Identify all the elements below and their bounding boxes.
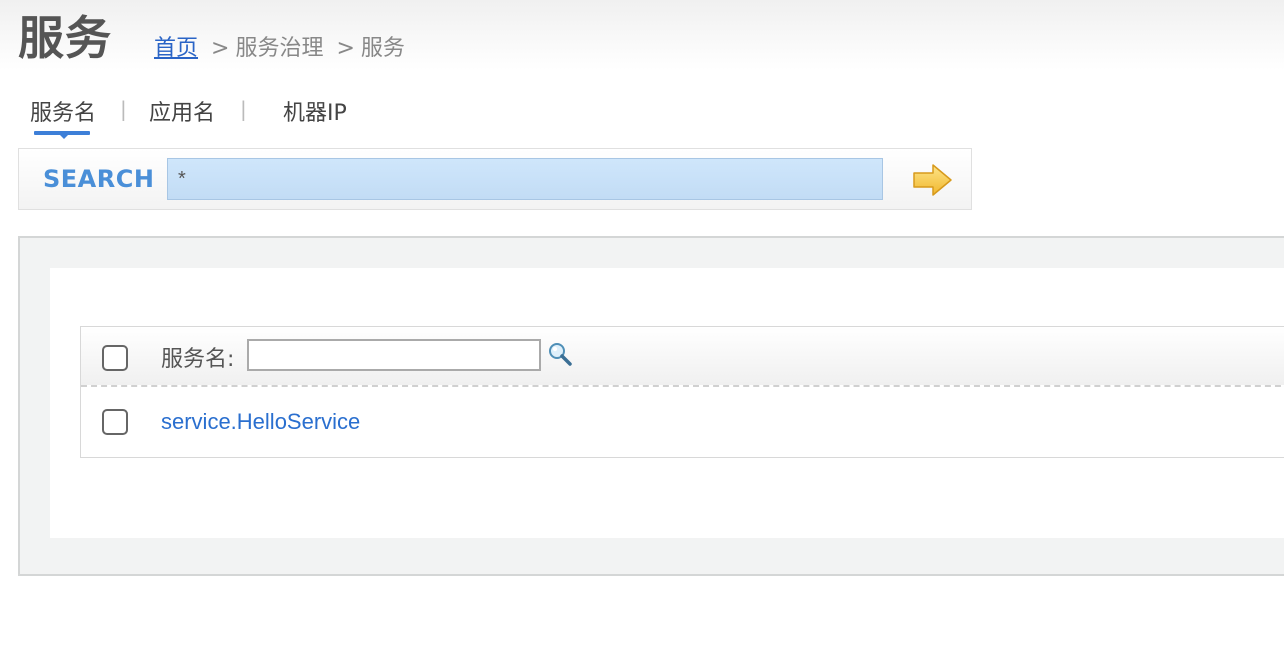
breadcrumb-separator: > bbox=[211, 36, 230, 61]
page-header: 服务 首页 > 服务治理 > 服务 bbox=[0, 0, 1284, 70]
active-tab-indicator bbox=[34, 131, 90, 139]
service-table: 服务名: service.HelloService bbox=[80, 326, 1284, 458]
row-checkbox[interactable] bbox=[102, 409, 128, 435]
tab-divider: | bbox=[240, 97, 247, 121]
breadcrumb-item-governance: 服务治理 bbox=[235, 36, 324, 61]
service-name-filter-input[interactable] bbox=[247, 339, 541, 371]
tab-application-name[interactable]: 应用名 bbox=[149, 95, 215, 127]
results-container: 服务名: service.HelloService bbox=[50, 268, 1284, 538]
service-name-link[interactable]: service.HelloService bbox=[161, 409, 360, 435]
tab-service-name[interactable]: 服务名 bbox=[30, 95, 96, 127]
table-row: service.HelloService bbox=[81, 389, 1284, 457]
tab-divider: | bbox=[120, 97, 127, 121]
tab-machine-ip[interactable]: 机器IP bbox=[283, 95, 347, 127]
breadcrumb-home-link[interactable]: 首页 bbox=[154, 36, 198, 61]
breadcrumb-separator: > bbox=[336, 36, 355, 61]
breadcrumb-item-current: 服务 bbox=[360, 36, 405, 61]
search-label: SEARCH bbox=[43, 165, 155, 193]
search-input[interactable] bbox=[167, 158, 883, 200]
column-header-service-name: 服务名: bbox=[161, 347, 235, 372]
search-bar: SEARCH bbox=[18, 148, 972, 210]
table-header: 服务名: bbox=[81, 327, 1284, 387]
search-submit-button[interactable] bbox=[911, 161, 955, 199]
page-title: 服务 bbox=[18, 11, 112, 65]
select-all-checkbox[interactable] bbox=[102, 345, 128, 371]
results-panel: 服务名: service.HelloService bbox=[18, 236, 1284, 576]
breadcrumb: 首页 > 服务治理 > 服务 bbox=[154, 30, 405, 62]
magnifier-icon[interactable] bbox=[547, 341, 573, 367]
arrow-right-icon bbox=[913, 164, 952, 196]
